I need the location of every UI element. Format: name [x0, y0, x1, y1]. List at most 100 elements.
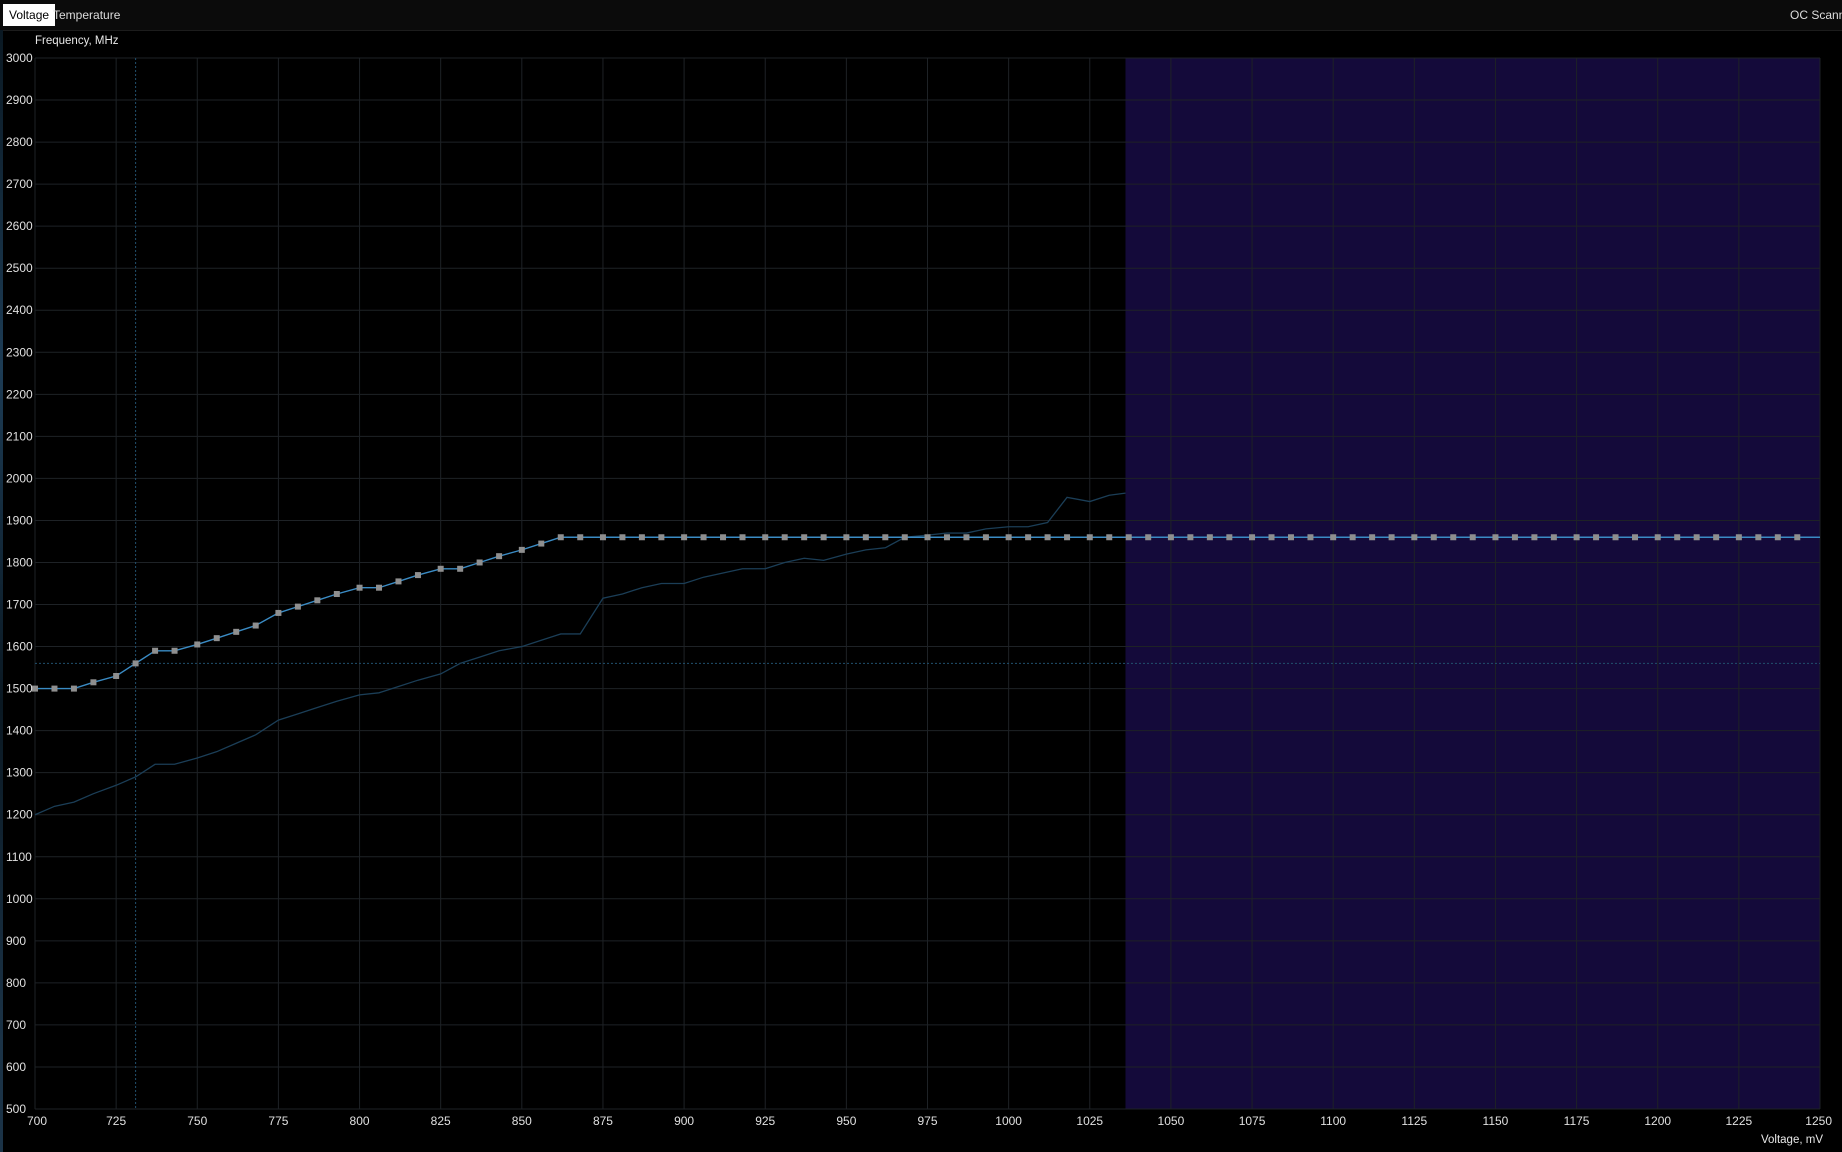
vf-curve-point[interactable]: [1550, 534, 1557, 541]
vf-curve-point[interactable]: [1674, 534, 1681, 541]
vf-curve-point[interactable]: [518, 546, 525, 553]
vf-curve-point[interactable]: [1249, 534, 1256, 541]
vf-curve-point[interactable]: [1450, 534, 1457, 541]
vf-curve-point[interactable]: [1086, 534, 1093, 541]
vf-curve-point[interactable]: [1187, 534, 1194, 541]
vf-curve-point[interactable]: [982, 534, 989, 541]
vf-curve-point[interactable]: [1735, 534, 1742, 541]
vf-curve-point[interactable]: [1330, 534, 1337, 541]
vf-curve-point[interactable]: [1369, 534, 1376, 541]
vf-curve-point[interactable]: [901, 534, 908, 541]
vf-curve-point[interactable]: [1388, 534, 1395, 541]
x-tick-label: 1025: [1076, 1114, 1103, 1128]
vf-curve-point[interactable]: [1794, 534, 1801, 541]
y-tick-label: 1300: [6, 766, 33, 780]
vf-curve-point[interactable]: [1206, 534, 1213, 541]
vf-curve-point[interactable]: [233, 628, 240, 635]
vf-curve-point[interactable]: [32, 685, 38, 692]
x-tick-label: 1200: [1644, 1114, 1671, 1128]
vf-curve-point[interactable]: [963, 534, 970, 541]
vf-curve-point[interactable]: [599, 534, 606, 541]
vf-curve-point[interactable]: [1774, 534, 1781, 541]
vf-curve-chart[interactable]: 500 600 700 800 900 1000 1100 1200 1300 1400 1500 1…: [0, 0, 1842, 1152]
vf-curve-point[interactable]: [294, 603, 301, 610]
vf-curve-point[interactable]: [194, 641, 201, 648]
vf-curve-point[interactable]: [1167, 534, 1174, 541]
vf-curve-point[interactable]: [882, 534, 889, 541]
vf-curve-point[interactable]: [1654, 534, 1661, 541]
vf-curve-point[interactable]: [619, 534, 626, 541]
vf-curve-point[interactable]: [275, 609, 282, 616]
vf-curve-point[interactable]: [1693, 534, 1700, 541]
vf-curve-point[interactable]: [1573, 534, 1580, 541]
y-tick-label: 2700: [6, 177, 33, 191]
vf-curve-point[interactable]: [577, 534, 584, 541]
vf-curve-point[interactable]: [557, 534, 564, 541]
vf-curve-point[interactable]: [113, 672, 120, 679]
vf-curve-point[interactable]: [1025, 534, 1032, 541]
y-tick-label: 2000: [6, 471, 33, 485]
vf-curve-point[interactable]: [820, 534, 827, 541]
vf-curve-point[interactable]: [1145, 534, 1152, 541]
vf-curve-point[interactable]: [658, 534, 665, 541]
vf-curve-point[interactable]: [252, 622, 259, 629]
vf-curve-point[interactable]: [1511, 534, 1518, 541]
x-tick-label: 1075: [1239, 1114, 1266, 1128]
vf-curve-point[interactable]: [1430, 534, 1437, 541]
vf-curve-point[interactable]: [720, 534, 727, 541]
vf-curve-point[interactable]: [1713, 534, 1720, 541]
vf-curve-point[interactable]: [51, 685, 58, 692]
vf-curve-point[interactable]: [356, 584, 363, 591]
vf-curve-point[interactable]: [843, 534, 850, 541]
vf-curve-point[interactable]: [700, 534, 707, 541]
vf-curve-point[interactable]: [1268, 534, 1275, 541]
vf-curve-point[interactable]: [1307, 534, 1314, 541]
vf-curve-point[interactable]: [1755, 534, 1762, 541]
vf-curve-point[interactable]: [1492, 534, 1499, 541]
x-axis-title: Voltage, mV: [1761, 1134, 1823, 1146]
vf-curve-point[interactable]: [376, 584, 383, 591]
vf-curve-point[interactable]: [1106, 534, 1113, 541]
vf-curve-point[interactable]: [538, 540, 545, 547]
vf-curve-point[interactable]: [1593, 534, 1600, 541]
vf-curve-point[interactable]: [1349, 534, 1356, 541]
vf-curve-point[interactable]: [457, 565, 464, 572]
vf-curve-point[interactable]: [924, 534, 931, 541]
x-tick-label: 800: [350, 1114, 370, 1128]
vf-curve-point[interactable]: [171, 647, 178, 654]
vf-curve-point[interactable]: [70, 685, 77, 692]
vf-curve-point[interactable]: [1044, 534, 1051, 541]
vf-curve-point[interactable]: [943, 534, 950, 541]
vf-curve-point[interactable]: [1411, 534, 1418, 541]
vf-curve-point[interactable]: [1612, 534, 1619, 541]
vf-curve-point[interactable]: [781, 534, 788, 541]
y-axis-ticks: 500 600 700 800 900 1000 1100 1200 1300 1400 1500 1…: [6, 51, 33, 1116]
reference-curve-line: [34, 492, 1126, 816]
vf-curve-point[interactable]: [414, 572, 421, 579]
vf-curve-point[interactable]: [132, 660, 139, 667]
vf-curve-point[interactable]: [437, 565, 444, 572]
vf-curve-point[interactable]: [1632, 534, 1639, 541]
vf-curve-point[interactable]: [152, 647, 159, 654]
vf-curve-point[interactable]: [213, 635, 220, 642]
y-tick-label: 1600: [6, 640, 33, 654]
vf-curve-point[interactable]: [739, 534, 746, 541]
vf-curve-point[interactable]: [1226, 534, 1233, 541]
vf-curve-point[interactable]: [476, 559, 483, 566]
vf-curve-point[interactable]: [1005, 534, 1012, 541]
vf-curve-point[interactable]: [1287, 534, 1294, 541]
vf-curve-point[interactable]: [1531, 534, 1538, 541]
vf-curve-point[interactable]: [395, 578, 402, 585]
vf-curve-point[interactable]: [638, 534, 645, 541]
vf-curve-point[interactable]: [333, 591, 340, 598]
vf-curve-point[interactable]: [1064, 534, 1071, 541]
vf-curve-point[interactable]: [1469, 534, 1476, 541]
vf-curve-point[interactable]: [314, 597, 321, 604]
vf-curve-point[interactable]: [762, 534, 769, 541]
vf-curve-point[interactable]: [801, 534, 808, 541]
vf-curve-point[interactable]: [496, 553, 503, 560]
vf-curve-point[interactable]: [90, 679, 97, 686]
vf-curve-point[interactable]: [681, 534, 688, 541]
vf-curve-point[interactable]: [862, 534, 869, 541]
vf-curve-point[interactable]: [1125, 534, 1132, 541]
